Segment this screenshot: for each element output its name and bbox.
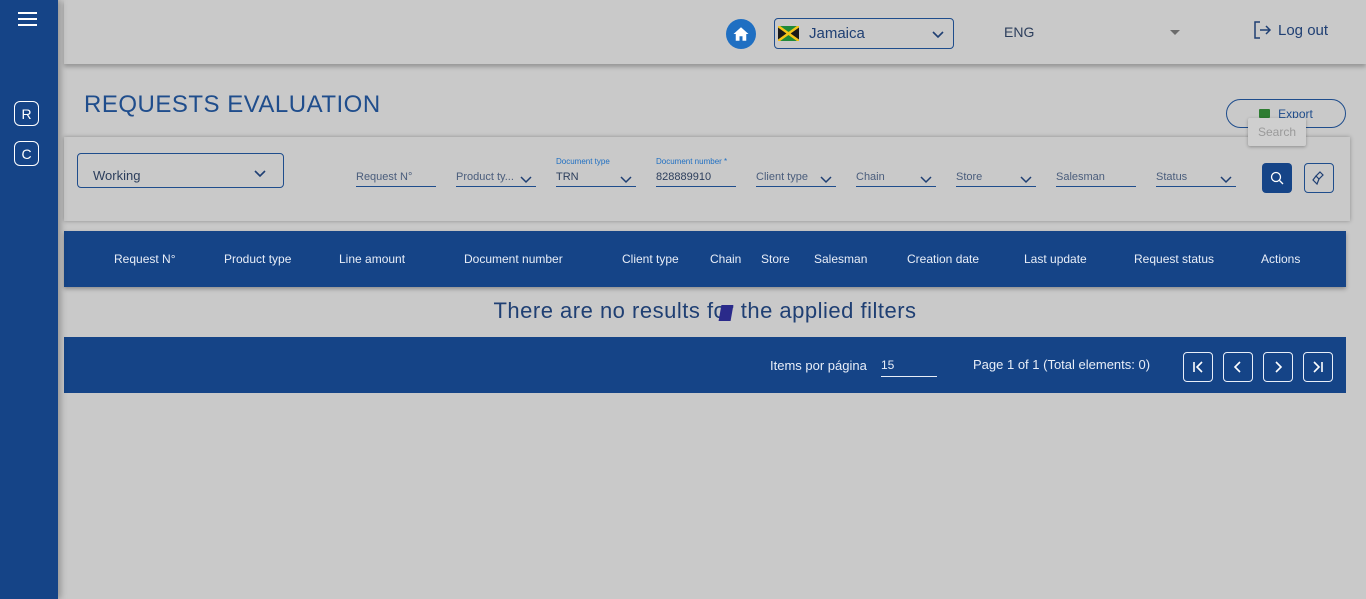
status-select[interactable]: Status xyxy=(1156,157,1236,187)
items-per-page-select[interactable]: 15 xyxy=(881,355,937,377)
table-header: Request N° Product type Line amount Docu… xyxy=(64,231,1346,287)
salesman-placeholder: Salesman xyxy=(1056,171,1105,183)
column-header-product-type[interactable]: Product type xyxy=(224,252,291,266)
previous-page-button[interactable] xyxy=(1223,352,1253,382)
request-number-field[interactable]: Request N° xyxy=(356,157,436,187)
client-type-placeholder: Client type xyxy=(756,171,808,183)
clear-filters-button[interactable] xyxy=(1304,163,1334,193)
chevron-down-icon xyxy=(620,176,632,184)
column-header-line-amount[interactable]: Line amount xyxy=(339,252,405,266)
search-button[interactable] xyxy=(1262,163,1292,193)
home-icon xyxy=(733,27,749,41)
column-header-store[interactable]: Store xyxy=(761,252,790,266)
logout-icon xyxy=(1254,21,1272,39)
state-select-value: Working xyxy=(93,168,141,183)
next-page-button[interactable] xyxy=(1263,352,1293,382)
logout-label: Log out xyxy=(1278,21,1329,39)
page-info: Page 1 of 1 (Total elements: 0) xyxy=(973,357,1151,372)
empty-results-message: There are no results for the applied fil… xyxy=(493,298,917,323)
client-type-select[interactable]: Client type xyxy=(756,157,836,187)
jamaica-flag-icon xyxy=(778,26,799,41)
column-header-request-status[interactable]: Request status xyxy=(1134,252,1214,266)
chain-select[interactable]: Chain xyxy=(856,157,936,187)
document-type-value: TRN xyxy=(556,171,579,183)
salesman-field[interactable]: Salesman xyxy=(1056,157,1136,187)
caret-down-icon[interactable] xyxy=(1170,30,1180,35)
chevron-down-icon xyxy=(932,31,944,39)
first-page-icon xyxy=(1193,361,1203,373)
chevron-left-icon xyxy=(1233,361,1241,373)
chevron-down-icon xyxy=(1020,176,1032,184)
product-type-placeholder: Product ty... xyxy=(456,171,514,183)
column-header-request-no[interactable]: Request N° xyxy=(114,252,176,266)
chevron-right-icon xyxy=(1275,361,1283,373)
column-header-last-update[interactable]: Last update xyxy=(1024,252,1087,266)
sidebar-item-r[interactable]: R xyxy=(14,101,39,126)
column-header-client-type[interactable]: Client type xyxy=(622,252,679,266)
sidebar-item-label: C xyxy=(21,145,32,162)
store-placeholder: Store xyxy=(956,171,983,183)
column-header-document-number[interactable]: Document number xyxy=(464,252,563,266)
column-header-actions: Actions xyxy=(1261,252,1301,266)
search-tooltip: Search xyxy=(1248,118,1306,146)
page-title: REQUESTS EVALUATION xyxy=(84,91,381,118)
country-label: Jamaica xyxy=(809,25,865,42)
pagination-bar: Items por página 15 Page 1 of 1 (Total e… xyxy=(64,337,1346,393)
chain-placeholder: Chain xyxy=(856,171,885,183)
column-header-salesman[interactable]: Salesman xyxy=(814,252,867,266)
home-button[interactable] xyxy=(726,19,756,49)
status-placeholder: Status xyxy=(1156,171,1188,183)
sidebar: R C xyxy=(0,0,58,599)
chevron-down-icon xyxy=(920,176,932,184)
last-page-button[interactable] xyxy=(1303,352,1333,382)
request-number-placeholder: Request N° xyxy=(356,171,413,183)
column-header-chain[interactable]: Chain xyxy=(710,252,741,266)
document-type-select[interactable]: Document type TRN xyxy=(556,157,636,187)
column-header-creation-date[interactable]: Creation date xyxy=(907,252,979,266)
chevron-down-icon xyxy=(820,176,832,184)
product-type-select[interactable]: Product ty... xyxy=(456,157,536,187)
hamburger-menu-icon[interactable] xyxy=(18,12,38,28)
document-number-label: Document number * xyxy=(656,157,728,166)
country-select[interactable]: Jamaica xyxy=(774,18,954,49)
chevron-down-icon xyxy=(1220,176,1232,184)
document-type-label: Document type xyxy=(556,157,610,166)
search-icon xyxy=(1270,171,1284,185)
filter-panel: Working Request N° Product ty... Documen… xyxy=(64,137,1350,221)
chevron-down-icon xyxy=(254,170,266,178)
chevron-down-icon xyxy=(520,176,532,184)
logout-button[interactable]: Log out xyxy=(1252,20,1328,40)
language-select[interactable]: ENG xyxy=(1004,24,1034,40)
sidebar-item-c[interactable]: C xyxy=(14,141,39,166)
sidebar-item-label: R xyxy=(21,105,32,122)
document-number-field[interactable]: Document number * 828889910 xyxy=(656,157,736,187)
items-per-page-label: Items por página xyxy=(770,358,867,373)
store-select[interactable]: Store xyxy=(956,157,1036,187)
first-page-button[interactable] xyxy=(1183,352,1213,382)
last-page-icon xyxy=(1313,361,1323,373)
document-number-value: 828889910 xyxy=(656,171,712,183)
broom-icon xyxy=(1312,171,1324,186)
excel-icon xyxy=(1259,109,1271,118)
state-select[interactable]: Working xyxy=(77,153,284,188)
topbar: Jamaica ENG Log out xyxy=(64,0,1366,64)
